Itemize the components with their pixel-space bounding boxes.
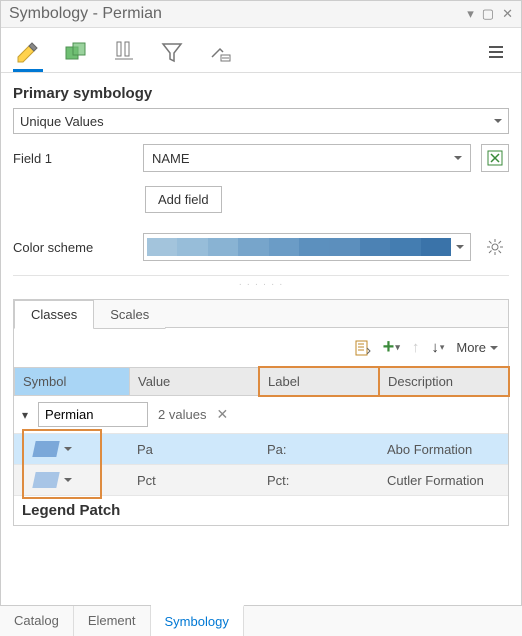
symbol-cell[interactable] bbox=[14, 434, 129, 465]
symbol-dropdown-icon[interactable] bbox=[64, 447, 72, 455]
window-controls: ▾ ▢ ✕ bbox=[467, 6, 513, 22]
symbol-cell[interactable] bbox=[14, 465, 129, 496]
group-name-input[interactable] bbox=[38, 402, 148, 427]
value-cell[interactable]: Pa bbox=[129, 434, 259, 465]
autohide-icon[interactable]: ▾ bbox=[467, 6, 474, 22]
col-label[interactable]: Label bbox=[259, 367, 379, 396]
resize-grip[interactable]: · · · · · · bbox=[13, 275, 509, 293]
titlebar: Symbology - Permian ▾ ▢ ✕ bbox=[1, 1, 521, 28]
color-scheme-row: Color scheme bbox=[13, 233, 509, 261]
symbol-swatch bbox=[32, 472, 59, 488]
move-down-button[interactable]: ↓▾ bbox=[431, 339, 444, 356]
catalog-tab[interactable]: Catalog bbox=[0, 606, 74, 636]
classes-panel: Classes Scales +▾ ↑ ↓▾ More Symbol Value… bbox=[13, 299, 509, 526]
maximize-icon[interactable]: ▢ bbox=[482, 6, 494, 22]
symbol-layer-drawing-tab-icon[interactable] bbox=[109, 34, 139, 72]
label-cell[interactable]: Pa: bbox=[259, 434, 379, 465]
symbol-dropdown-icon[interactable] bbox=[64, 478, 72, 486]
color-scheme-options-button[interactable] bbox=[481, 233, 509, 261]
group-row: ▾ 2 values ✕ bbox=[14, 396, 508, 434]
group-count: 2 values bbox=[158, 407, 206, 422]
filter-tab-icon[interactable] bbox=[157, 34, 187, 72]
color-scheme-swatches bbox=[147, 238, 451, 256]
group-remove-icon[interactable]: ✕ bbox=[216, 406, 228, 423]
field-1-dropdown[interactable]: NAME bbox=[143, 144, 471, 172]
move-up-button: ↑ bbox=[412, 339, 420, 356]
list-options-icon[interactable] bbox=[355, 340, 371, 356]
field-1-label: Field 1 bbox=[13, 151, 133, 166]
classes-tab[interactable]: Classes bbox=[14, 300, 94, 329]
color-scheme-dropdown[interactable] bbox=[143, 233, 471, 261]
group-collapse-icon[interactable]: ▾ bbox=[22, 408, 28, 422]
scales-tab[interactable]: Scales bbox=[93, 300, 166, 329]
symbology-toolbar bbox=[1, 28, 521, 73]
color-scheme-label: Color scheme bbox=[13, 240, 133, 255]
add-class-button[interactable]: +▾ bbox=[383, 336, 400, 359]
window-title: Symbology - Permian bbox=[9, 5, 467, 23]
description-cell[interactable]: Cutler Formation bbox=[379, 465, 508, 496]
field-1-row: Field 1 NAME bbox=[13, 144, 509, 172]
vary-symbology-tab-icon[interactable] bbox=[61, 34, 91, 72]
advanced-tab-icon[interactable] bbox=[205, 34, 235, 72]
classes-tabstrip: Classes Scales bbox=[14, 300, 508, 328]
symbology-method-dropdown[interactable]: Unique Values bbox=[13, 108, 509, 134]
col-value[interactable]: Value bbox=[129, 367, 259, 396]
classes-toolbar: +▾ ↑ ↓▾ More bbox=[14, 328, 508, 367]
expression-button[interactable] bbox=[481, 144, 509, 172]
primary-symbology-heading: Primary symbology bbox=[13, 85, 509, 102]
element-tab[interactable]: Element bbox=[74, 606, 151, 636]
classes-grid: Symbol Value Label Description ▾ 2 value… bbox=[14, 367, 508, 496]
label-cell[interactable]: Pct: bbox=[259, 465, 379, 496]
primary-symbology-tab-icon[interactable] bbox=[13, 34, 43, 72]
close-icon[interactable]: ✕ bbox=[502, 6, 513, 22]
col-symbol[interactable]: Symbol bbox=[14, 367, 129, 396]
field-1-value: NAME bbox=[152, 151, 190, 166]
symbology-method-value: Unique Values bbox=[20, 114, 104, 129]
symbol-swatch bbox=[32, 441, 59, 457]
value-cell[interactable]: Pct bbox=[129, 465, 259, 496]
description-cell[interactable]: Abo Formation bbox=[379, 434, 508, 465]
col-description[interactable]: Description bbox=[379, 367, 508, 396]
symbology-tab[interactable]: Symbology bbox=[151, 605, 244, 636]
bottom-tabstrip: Catalog Element Symbology bbox=[0, 605, 522, 636]
legend-patch-heading: Legend Patch bbox=[14, 496, 508, 525]
add-field-button[interactable]: Add field bbox=[145, 186, 222, 213]
more-menu[interactable]: More bbox=[456, 340, 498, 355]
menu-icon[interactable] bbox=[487, 43, 505, 64]
